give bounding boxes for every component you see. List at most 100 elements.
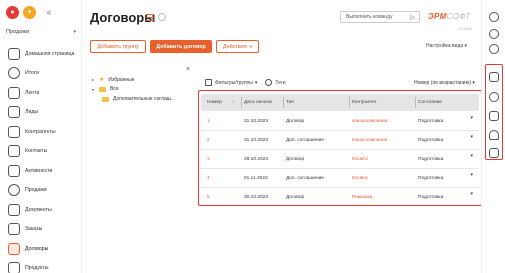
row-counterparty[interactable]: Космос [352,176,368,181]
row-counterparty[interactable]: Наша компания [352,138,387,143]
add-icon[interactable]: + [23,6,36,19]
lead-icon [8,106,20,119]
user-icon[interactable] [489,12,499,22]
brand-logo: ЭРМСОФТ [428,12,471,21]
row-menu-icon[interactable]: ▾ [470,153,473,159]
row-number: 1 [207,119,210,124]
tasks-icon[interactable] [489,148,499,158]
play-icon[interactable]: ▷ [410,14,415,21]
table-row[interactable]: 1 31.10.2023 Договор Наша компания Подго… [201,112,479,131]
menu-icon[interactable] [146,14,154,21]
tags-icon[interactable] [265,79,273,86]
row-state: Подготовка [418,176,444,181]
activity-icon [8,164,20,177]
row-menu-icon[interactable]: ▾ [470,191,473,197]
right-rail [481,0,505,273]
row-date: 01.11.2023 [244,176,268,181]
company-icon [8,125,20,138]
sidebar-item-sales[interactable]: Продажи [0,181,82,201]
column-header-counterparty[interactable]: Контрагент [352,100,377,105]
contracts-icon [8,242,20,255]
row-number: 5 [207,195,210,200]
sidebar-item-contracts[interactable]: Договоры [0,239,82,259]
sidebar-item-label: Документы [25,206,52,213]
column-header-state[interactable]: Состояние [418,100,442,105]
sidebar-item-label: Заказы [25,226,43,233]
chart-icon [8,67,20,80]
documents-icon [8,203,20,216]
sidebar-item-contacts[interactable]: Контакты [0,142,82,162]
orders-icon [8,223,20,236]
sidebar-item-label: Итоги [25,70,39,77]
table-row[interactable]: 3 28.10.2023 Договор Космос Подготовка ▾ [201,150,479,169]
filters-button[interactable]: Фильтры/группы [215,80,253,86]
sort-select[interactable]: Номер (по возрастанию) ▾ [414,80,475,86]
sidebar-nav: Домашняя страница Итоги Лента Лиды Контр… [0,44,82,273]
sidebar-item-accounts[interactable]: Контрагенты [0,122,82,142]
view-settings-button[interactable]: Настройка вида ▾ [426,43,467,49]
sidebar-top: ● + « [6,6,54,19]
actions-menu-button[interactable]: Действия ▾ [216,40,259,53]
column-header-type[interactable]: Тип [286,100,294,105]
row-type: Договор [286,119,305,124]
sidebar-item-leads[interactable]: Лиды [0,103,82,123]
chevron-down-icon: ▾ [249,43,252,49]
sidebar-item-feed[interactable]: Лента [0,83,82,103]
sort-asc-icon: ↓ [232,100,235,105]
version-label: 3.3.0.001 [458,27,473,31]
sidebar-item-label: Лента [25,89,40,96]
add-contract-button[interactable]: Добавить договор [150,40,212,53]
table-row[interactable]: 4 01.11.2023 Доп. соглашение Космос Подг… [201,169,479,188]
row-type: Доп. соглашение [286,176,324,181]
filter-icon[interactable] [205,79,212,86]
sidebar-item-orders[interactable]: Заказы [0,220,82,240]
sidebar-item-documents[interactable]: Документы [0,200,82,220]
tree-item-subgroup[interactable]: Дополнительные соглаш... [102,96,175,102]
app-logo-icon[interactable]: ● [6,6,19,19]
mail-icon[interactable] [489,72,499,82]
row-date: 31.10.2023 [244,138,269,143]
row-number: 3 [207,157,210,162]
column-header-number[interactable]: Номер [207,100,222,105]
sidebar-item-results[interactable]: Итоги [0,64,82,84]
left-sidebar: ● + « Продажи ▾ Домашняя страница Итоги … [0,0,82,273]
collapse-sidebar-icon[interactable]: « [44,8,54,18]
help-icon[interactable] [489,44,499,54]
row-counterparty[interactable]: Ромашка [352,195,372,200]
star-icon: ★ [99,77,105,83]
close-icon[interactable]: × [186,66,190,73]
row-state: Подготовка [418,195,444,200]
folder-icon [102,96,109,102]
add-group-button[interactable]: Добавить группу [90,40,146,53]
gear-icon[interactable] [158,13,166,21]
command-placeholder: Выполнить команду [346,14,393,20]
sidebar-item-label: Лиды [25,109,39,116]
chat-icon[interactable] [489,111,499,121]
bell-icon[interactable] [489,130,499,140]
sidebar-item-home[interactable]: Домашняя страница [0,44,82,64]
settings-icon[interactable] [489,29,499,39]
row-menu-icon[interactable]: ▾ [470,134,473,140]
tags-button[interactable]: Теги [275,80,285,86]
table-row[interactable]: 5 30.10.2023 Договор Ромашка Подготовка … [201,188,479,207]
sidebar-item-products[interactable]: Продукты [0,259,82,273]
table-row[interactable]: 2 31.10.2023 Доп. соглашение Наша компан… [201,131,479,150]
sidebar-item-label: Договоры [25,245,49,252]
folder-tree: × ▸ ★ Избранные ▾ Все Дополнительные сог… [88,66,198,206]
tree-item-all[interactable]: ▾ Все [92,86,119,92]
row-menu-icon[interactable]: ▾ [470,115,473,121]
folder-icon [99,86,106,92]
row-menu-icon[interactable]: ▾ [470,172,473,178]
row-date: 28.10.2023 [244,157,269,162]
app-select[interactable]: Продажи ▾ [6,27,76,36]
command-input[interactable]: Выполнить команду ▷ [340,11,420,23]
sidebar-item-label: Продукты [25,265,49,272]
row-number: 4 [207,176,210,181]
tree-item-favorites[interactable]: ▸ ★ Избранные [92,76,135,84]
column-header-start-date[interactable]: Дата начала [244,100,272,105]
row-counterparty[interactable]: Космос [352,157,368,162]
sidebar-item-activities[interactable]: Активности [0,161,82,181]
phone-icon[interactable] [489,92,499,102]
row-counterparty[interactable]: Наша компания [352,119,387,124]
sidebar-item-label: Активности [25,167,53,174]
